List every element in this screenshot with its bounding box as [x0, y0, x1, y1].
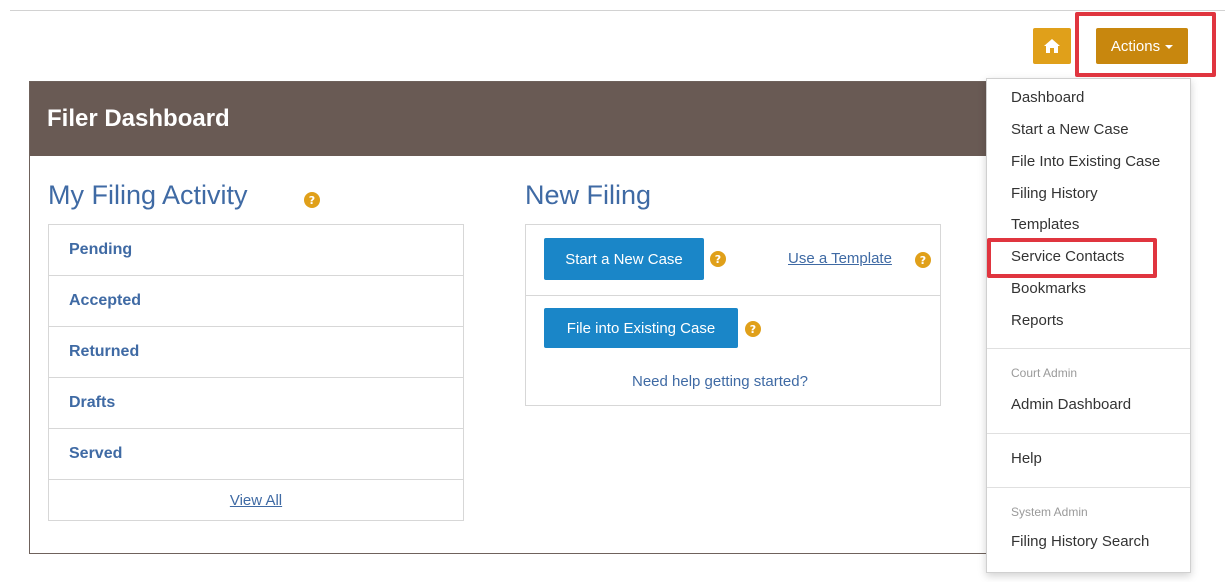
- new-filing-box: Start a New Case ? Use a Template ? File…: [525, 224, 941, 406]
- activity-item-returned[interactable]: Returned: [49, 327, 463, 378]
- menu-item-admin-dashboard[interactable]: Admin Dashboard: [1011, 396, 1131, 413]
- activity-help-icon[interactable]: ?: [304, 192, 320, 208]
- activity-item-label: Pending: [69, 241, 133, 258]
- use-template-link[interactable]: Use a Template: [788, 250, 892, 267]
- existing-case-help-icon[interactable]: ?: [745, 321, 761, 337]
- top-divider: [10, 10, 1225, 11]
- caret-down-icon: [1165, 45, 1174, 49]
- menu-divider: [987, 348, 1190, 349]
- menu-item-bookmarks[interactable]: Bookmarks: [1011, 280, 1086, 297]
- menu-divider: [987, 487, 1190, 488]
- menu-item-dashboard[interactable]: Dashboard: [1011, 89, 1084, 106]
- start-case-help-icon[interactable]: ?: [710, 251, 726, 267]
- actions-dropdown-button[interactable]: Actions: [1096, 28, 1188, 64]
- my-filing-activity-title: My Filing Activity: [48, 180, 248, 210]
- activity-item-label: Returned: [69, 343, 140, 360]
- view-all-link[interactable]: View All: [49, 480, 463, 520]
- menu-item-service-contacts[interactable]: Service Contacts: [1011, 248, 1124, 265]
- panel-header: Filer Dashboard: [30, 82, 1028, 156]
- menu-item-reports[interactable]: Reports: [1011, 312, 1064, 329]
- page-title: Filer Dashboard: [47, 105, 230, 132]
- activity-item-label: Served: [69, 445, 123, 462]
- activity-item-served[interactable]: Served: [49, 429, 463, 480]
- menu-header-court-admin: Court Admin: [1011, 366, 1078, 380]
- activity-item-label: Drafts: [69, 394, 116, 411]
- activity-item-label: Accepted: [69, 292, 142, 309]
- filing-divider: [526, 295, 940, 296]
- menu-header-system-admin: System Admin: [1011, 505, 1088, 519]
- actions-dropdown-menu: Dashboard Start a New Case File Into Exi…: [986, 78, 1191, 573]
- activity-item-pending[interactable]: Pending: [49, 225, 463, 276]
- file-existing-case-button[interactable]: File into Existing Case: [544, 308, 738, 348]
- filing-activity-list: Pending Accepted Returned Drafts Served …: [48, 224, 464, 521]
- start-new-case-button[interactable]: Start a New Case: [544, 238, 704, 280]
- menu-item-filing-history-search[interactable]: Filing History Search: [1011, 533, 1149, 550]
- activity-item-drafts[interactable]: Drafts: [49, 378, 463, 429]
- activity-item-accepted[interactable]: Accepted: [49, 276, 463, 327]
- menu-item-start-new-case[interactable]: Start a New Case: [1011, 121, 1129, 138]
- menu-item-file-into-existing-case[interactable]: File Into Existing Case: [1011, 153, 1160, 170]
- menu-item-templates[interactable]: Templates: [1011, 216, 1079, 233]
- menu-item-filing-history[interactable]: Filing History: [1011, 185, 1098, 202]
- menu-item-help[interactable]: Help: [1011, 450, 1042, 467]
- home-icon: [1044, 39, 1060, 53]
- menu-divider: [987, 433, 1190, 434]
- template-help-icon[interactable]: ?: [915, 252, 931, 268]
- need-help-link[interactable]: Need help getting started?: [632, 373, 832, 390]
- home-button[interactable]: [1033, 28, 1071, 64]
- actions-label: Actions: [1110, 37, 1161, 55]
- filer-dashboard-panel: Filer Dashboard My Filing Activity ? Pen…: [29, 81, 1029, 554]
- new-filing-title: New Filing: [525, 180, 652, 210]
